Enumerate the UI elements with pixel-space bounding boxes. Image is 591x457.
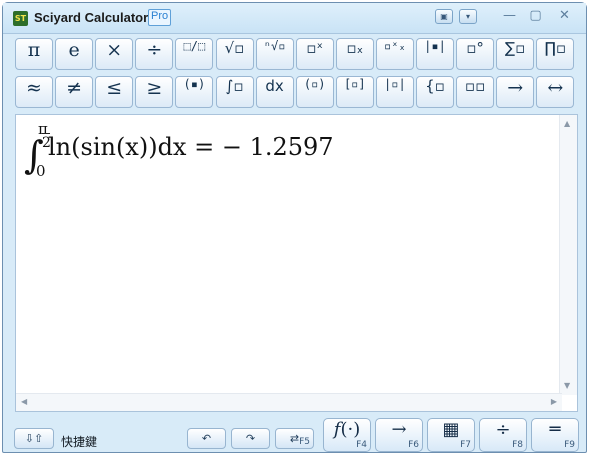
equals-button[interactable]: ═ F9 <box>531 418 579 452</box>
swap-button[interactable]: ⇄ F5 <box>275 428 314 449</box>
not-equal-button[interactable]: ≠ <box>55 76 94 108</box>
formula-editor[interactable]: ∫ π 2 0 ln(sin(x))dx = − 1.2597 ▲ ▼ ◀ ▶ <box>15 114 578 412</box>
multiply-button[interactable]: × <box>95 38 134 70</box>
arrow-template-button[interactable]: → F6 <box>375 418 423 452</box>
subscript-button[interactable]: ▫ₓ <box>335 38 374 70</box>
f7-label: F7 <box>460 440 471 450</box>
calculator-window: ST Sciyard Calculator Pro ▣ ▾ — ▢ ✕ π e × ÷… <box>2 2 587 453</box>
f8-label: F8 <box>512 440 523 450</box>
paren-square-button[interactable]: (▫) <box>295 76 334 108</box>
integral-lower-limit: 0 <box>36 162 46 180</box>
menu-dropdown-button[interactable]: ▾ <box>459 9 477 24</box>
shortcut-button[interactable]: ⇩⇧ <box>14 428 54 449</box>
save-button[interactable]: ▣ <box>435 9 453 24</box>
subscript-power-button[interactable]: ▫ˣₓ <box>375 38 414 70</box>
function-button[interactable]: 𝑓(·) F4 <box>323 418 371 452</box>
title-bar: ST Sciyard Calculator Pro ▣ ▾ — ▢ ✕ <box>3 3 586 34</box>
scroll-up-icon[interactable]: ▲ <box>564 119 570 128</box>
f5-label: F5 <box>299 437 310 447</box>
less-equal-button[interactable]: ≤ <box>95 76 134 108</box>
scroll-down-icon[interactable]: ▼ <box>564 381 570 390</box>
redo-button[interactable]: ↷ <box>231 428 270 449</box>
integral-expression: ln(sin(x))dx = − 1.2597 <box>48 133 334 161</box>
grid-template-button[interactable]: ▦ F7 <box>427 418 475 452</box>
pi-button[interactable]: π <box>15 38 53 70</box>
undo-button[interactable]: ↶ <box>187 428 226 449</box>
arrow-both-button[interactable]: ↔ <box>536 76 575 108</box>
approx-button[interactable]: ≈ <box>15 76 53 108</box>
close-button[interactable]: ✕ <box>551 7 578 25</box>
brace-button[interactable]: {▫ <box>416 76 454 108</box>
power-button[interactable]: ▫ˣ <box>295 38 334 70</box>
abs-square-button[interactable]: |▫| <box>375 76 414 108</box>
greater-equal-button[interactable]: ≥ <box>135 76 174 108</box>
minimize-button[interactable]: — <box>496 7 523 25</box>
sqrt-button[interactable]: √▫ <box>215 38 254 70</box>
f9-label: F9 <box>564 440 575 450</box>
integral-button[interactable]: ∫▫ <box>215 76 254 108</box>
paren-button[interactable]: (▪) <box>175 76 214 108</box>
matrix-button[interactable]: ▫▫ <box>456 76 495 108</box>
f4-label: F4 <box>356 440 367 450</box>
dx-button[interactable]: dx <box>255 76 294 108</box>
window-title: Sciyard Calculator <box>34 10 149 25</box>
e-button[interactable]: e <box>55 38 94 70</box>
vertical-scrollbar[interactable]: ▲ ▼ <box>559 115 577 395</box>
app-icon: ST <box>13 11 28 26</box>
absolute-button[interactable]: |▪| <box>416 38 454 70</box>
bracket-button[interactable]: [▫] <box>335 76 374 108</box>
horizontal-scrollbar[interactable]: ◀ ▶ <box>16 393 562 411</box>
maximize-button[interactable]: ▢ <box>522 7 549 25</box>
fraction-template-button[interactable]: ÷ F8 <box>479 418 527 452</box>
f6-label: F6 <box>408 440 419 450</box>
shortcut-label: 快捷鍵 <box>61 435 98 449</box>
scroll-left-icon[interactable]: ◀ <box>21 397 27 406</box>
sum-button[interactable]: ∑▫ <box>496 38 535 70</box>
root-button[interactable]: ⁿ√▫ <box>255 38 294 70</box>
divide-button[interactable]: ÷ <box>135 38 174 70</box>
pro-badge: Pro <box>148 9 172 26</box>
fraction-button[interactable]: ⬚/⬚ <box>175 38 214 70</box>
arrow-right-button[interactable]: → <box>496 76 535 108</box>
degree-button[interactable]: ▫° <box>456 38 495 70</box>
scroll-right-icon[interactable]: ▶ <box>551 397 557 406</box>
product-button[interactable]: ∏▫ <box>536 38 575 70</box>
